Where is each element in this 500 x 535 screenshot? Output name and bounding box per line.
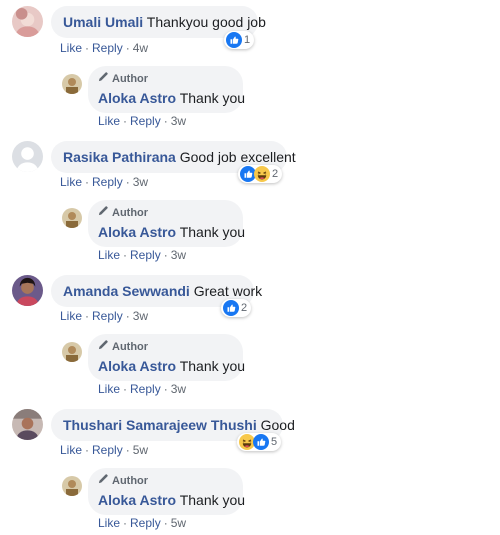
reply-link[interactable]: Reply: [92, 41, 123, 55]
reply-link[interactable]: Reply: [130, 248, 161, 262]
reply-text: Thank you: [179, 90, 246, 106]
author-avatar[interactable]: [62, 74, 82, 94]
comment-time[interactable]: 5w: [133, 443, 148, 457]
commenter-name[interactable]: Thushari Samarajeew Thushi: [63, 417, 257, 433]
reply-actions: Like · Reply · 5w: [98, 516, 187, 530]
like-link[interactable]: Like: [98, 382, 120, 396]
author-badge: Author: [98, 473, 233, 488]
reply-author-name[interactable]: Aloka Astro: [98, 90, 176, 106]
author-badge-label: Author: [112, 72, 149, 85]
author-badge: Author: [98, 205, 233, 220]
author-badge-label: Author: [112, 474, 149, 487]
avatar[interactable]: [12, 409, 43, 440]
reply-author-name[interactable]: Aloka Astro: [98, 224, 176, 240]
comment-actions: Like · Reply · 3w: [60, 309, 149, 323]
like-link[interactable]: Like: [98, 114, 120, 128]
haha-icon: [254, 166, 270, 182]
reply-link[interactable]: Reply: [130, 516, 161, 530]
reply-link[interactable]: Reply: [92, 443, 123, 457]
pencil-icon: [98, 71, 109, 86]
reaction-count: 2: [272, 168, 279, 180]
reply-time[interactable]: 5w: [171, 516, 186, 530]
reaction-count: 1: [244, 34, 251, 46]
avatar[interactable]: [12, 6, 43, 37]
reply-author-name[interactable]: Aloka Astro: [98, 492, 176, 508]
reply-link[interactable]: Reply: [130, 382, 161, 396]
pencil-icon: [98, 473, 109, 488]
pencil-icon: [98, 339, 109, 354]
reaction-summary[interactable]: 1: [224, 31, 255, 49]
comment-text: Thankyou good job: [146, 14, 266, 30]
like-link[interactable]: Like: [98, 248, 120, 262]
comment-time[interactable]: 3w: [133, 175, 148, 189]
pencil-icon: [98, 205, 109, 220]
commenter-name[interactable]: Rasika Pathirana: [63, 149, 176, 165]
commenter-name[interactable]: Amanda Sewwandi: [63, 283, 190, 299]
comment-time[interactable]: 3w: [133, 309, 148, 323]
reply-bubble: Author Aloka Astro Thank you: [88, 334, 246, 381]
author-avatar[interactable]: [62, 208, 82, 228]
reaction-summary[interactable]: 5: [237, 433, 282, 451]
reaction-count: 2: [241, 302, 248, 314]
avatar[interactable]: [12, 275, 43, 306]
like-icon: [253, 434, 269, 450]
comment-time[interactable]: 4w: [133, 41, 148, 55]
comment-actions: Like · Reply · 3w: [60, 175, 149, 189]
reply-actions: Like · Reply · 3w: [98, 114, 187, 128]
reply-text: Thank you: [179, 492, 246, 508]
author-avatar[interactable]: [62, 342, 82, 362]
author-badge-label: Author: [112, 340, 149, 353]
reply-link[interactable]: Reply: [130, 114, 161, 128]
reply-link[interactable]: Reply: [92, 309, 123, 323]
comment-actions: Like · Reply · 5w: [60, 443, 149, 457]
reaction-summary[interactable]: 2: [221, 299, 252, 317]
reply-actions: Like · Reply · 3w: [98, 248, 187, 262]
avatar[interactable]: [12, 141, 43, 172]
reply-time[interactable]: 3w: [171, 248, 186, 262]
like-link[interactable]: Like: [60, 309, 82, 323]
reply-actions: Like · Reply · 3w: [98, 382, 187, 396]
author-avatar[interactable]: [62, 476, 82, 496]
reply-time[interactable]: 3w: [171, 382, 186, 396]
reply-text: Thank you: [179, 224, 246, 240]
commenter-name[interactable]: Umali Umali: [63, 14, 143, 30]
reply-bubble: Author Aloka Astro Thank you: [88, 200, 246, 247]
reaction-count: 5: [271, 436, 278, 448]
author-badge: Author: [98, 71, 233, 86]
reply-link[interactable]: Reply: [92, 175, 123, 189]
author-badge-label: Author: [112, 206, 149, 219]
reply-bubble: Author Aloka Astro Thank you: [88, 468, 246, 515]
comment-text: Good: [260, 417, 295, 433]
comment-text: Great work: [193, 283, 263, 299]
reply-text: Thank you: [179, 358, 246, 374]
comment-actions: Like · Reply · 4w: [60, 41, 149, 55]
author-badge: Author: [98, 339, 233, 354]
like-icon: [226, 32, 242, 48]
comment-text: Good job excellent: [179, 149, 296, 165]
like-link[interactable]: Like: [98, 516, 120, 530]
like-link[interactable]: Like: [60, 443, 82, 457]
reaction-summary[interactable]: 2: [238, 165, 283, 183]
like-icon: [223, 300, 239, 316]
reply-author-name[interactable]: Aloka Astro: [98, 358, 176, 374]
reply-time[interactable]: 3w: [171, 114, 186, 128]
like-link[interactable]: Like: [60, 41, 82, 55]
reply-bubble: Author Aloka Astro Thank you: [88, 66, 246, 113]
like-link[interactable]: Like: [60, 175, 82, 189]
